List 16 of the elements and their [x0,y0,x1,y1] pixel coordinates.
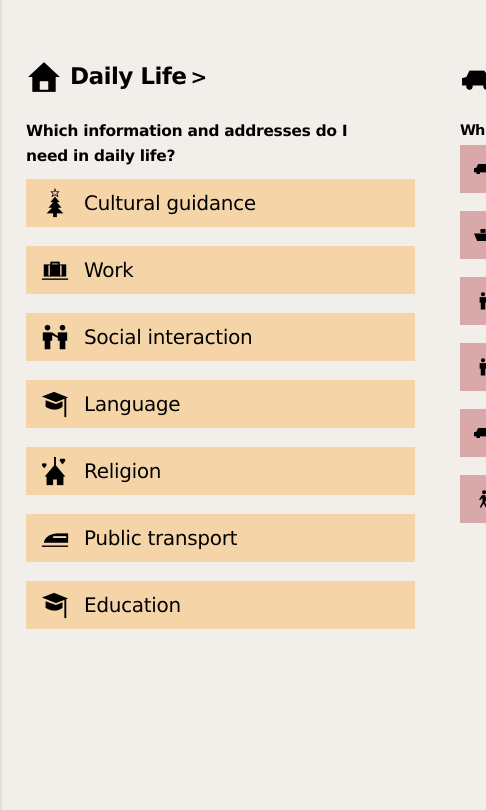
category-tile[interactable]: Work [26,246,415,294]
section-question: Wh [460,122,486,141]
graduation-cap-icon [40,389,70,419]
people-icon [40,322,70,352]
category-tile[interactable]: Education [26,581,415,629]
section-title[interactable]: Daily Life [70,64,187,90]
section-question: Which information and addresses do I need in daily life? [26,121,348,167]
category-tile[interactable]: Social interaction [26,313,415,361]
category-tile[interactable]: Religion [26,447,415,495]
category-tile[interactable]: Language [26,380,415,428]
graduation-cap-icon [40,590,70,620]
ship-icon [474,228,486,242]
chevron-text[interactable]: > [190,65,208,89]
category-tile[interactable]: Cultural guidance [26,179,415,227]
house-icon [26,60,62,94]
category-tile[interactable]: Public transport [26,514,415,562]
